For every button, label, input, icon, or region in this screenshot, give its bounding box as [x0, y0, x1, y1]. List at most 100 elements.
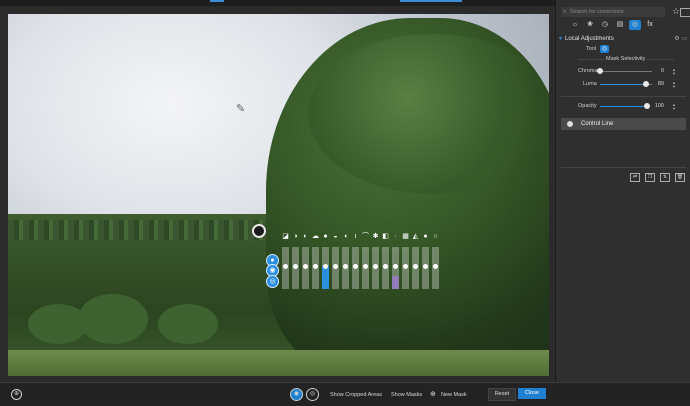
- hue-icon[interactable]: ·: [392, 233, 399, 240]
- opacity-stepper-icon[interactable]: ▲ ▼: [672, 103, 676, 111]
- tab-light[interactable]: ☼: [569, 20, 581, 30]
- blur-icon[interactable]: ●: [422, 233, 429, 240]
- saturation-icon[interactable]: ●: [322, 233, 329, 240]
- sharpness-icon[interactable]: ⌒: [362, 233, 369, 240]
- adjustment-bar[interactable]: [362, 247, 369, 289]
- adjustment-bar-knob[interactable]: [373, 264, 378, 269]
- top-indicator: [400, 0, 462, 2]
- adjustment-bar[interactable]: [412, 247, 419, 289]
- mask-tools: ⇄ ❐ ⇅ 🗑: [630, 173, 685, 182]
- exposure-icon[interactable]: ◪: [282, 233, 289, 240]
- luma-stepper-icon[interactable]: ▲ ▼: [672, 81, 676, 89]
- control-line-tool-icon[interactable]: ◎: [600, 45, 609, 53]
- adjustment-bar-fill: [392, 276, 399, 289]
- adjustment-bar-knob[interactable]: [343, 264, 348, 269]
- sync-icon[interactable]: ⇅: [660, 173, 670, 182]
- adjustment-bar[interactable]: [302, 247, 309, 289]
- color-wheel-icon: ❀: [587, 21, 593, 28]
- adjustment-bar-knob[interactable]: [303, 264, 308, 269]
- adjustment-bar[interactable]: [282, 247, 289, 289]
- chroma-stepper-icon[interactable]: ▲ ▼: [672, 68, 676, 76]
- microcontrast-icon[interactable]: ı: [352, 233, 359, 240]
- highlights-icon[interactable]: ☁: [312, 233, 319, 240]
- adjustment-bar[interactable]: [372, 247, 379, 289]
- duplicate-mask-icon[interactable]: ❐: [645, 173, 655, 182]
- show-masks-button[interactable]: Show Masks: [391, 392, 422, 398]
- luma-slider[interactable]: [600, 81, 652, 87]
- adjustment-bar[interactable]: [292, 247, 299, 289]
- temperature-icon[interactable]: ✱: [372, 233, 379, 240]
- chroma-slider[interactable]: [597, 68, 652, 74]
- reset-button[interactable]: Reset: [488, 388, 516, 401]
- adjustment-bar[interactable]: [332, 247, 339, 289]
- noise-icon[interactable]: ▦: [402, 233, 409, 240]
- opacity-slider[interactable]: [600, 103, 650, 109]
- top-indicator: [210, 0, 224, 2]
- adjustment-bar[interactable]: [432, 247, 439, 289]
- shadows-icon[interactable]: ◐: [302, 233, 309, 240]
- adjustment-bar[interactable]: [342, 247, 349, 289]
- globe-icon[interactable]: ⊕: [11, 389, 22, 400]
- adjustment-bar-knob[interactable]: [363, 264, 368, 269]
- add-icon[interactable]: ⊕: [430, 390, 436, 398]
- adjustment-bar[interactable]: [392, 247, 399, 289]
- vibrance-icon[interactable]: ◒: [332, 233, 339, 240]
- adjustment-bar[interactable]: [352, 247, 359, 289]
- opacity-label: Opacity: [578, 103, 597, 109]
- close-button[interactable]: Close: [518, 388, 546, 399]
- invert-mask-icon[interactable]: ⇄: [630, 173, 640, 182]
- chroma-label: Chroma: [578, 68, 598, 74]
- new-mask-button[interactable]: New Mask: [441, 392, 467, 398]
- vignette-icon[interactable]: ○: [432, 233, 439, 240]
- favorite-star-icon[interactable]: ☆: [672, 6, 680, 17]
- show-cropped-areas-button[interactable]: Show Cropped Areas: [330, 392, 382, 398]
- luma-value[interactable]: 89: [652, 81, 664, 87]
- search-input[interactable]: ⌕ Search for corrections: [561, 7, 665, 17]
- trash-icon[interactable]: 🗑: [675, 173, 685, 182]
- view-before-icon[interactable]: ◉: [290, 388, 303, 401]
- adjustment-bar-knob[interactable]: [333, 264, 338, 269]
- control-point-pin[interactable]: [252, 224, 266, 238]
- opacity-value[interactable]: 100: [652, 103, 664, 109]
- adjustment-bar-knob[interactable]: [313, 264, 318, 269]
- adjustment-bar-knob[interactable]: [403, 264, 408, 269]
- adjustment-bar-knob[interactable]: [283, 264, 288, 269]
- adjustment-bar-knob[interactable]: [413, 264, 418, 269]
- section-options-icon[interactable]: ⚙ ▭: [674, 35, 687, 42]
- dehaze-icon[interactable]: ◭: [412, 233, 419, 240]
- adjustment-bar-knob[interactable]: [433, 264, 438, 269]
- tab-geometry[interactable]: ▤: [614, 20, 626, 30]
- bottom-toolbar: ⊕ ◉ ◎ Show Cropped Areas Show Masks ⊕ Ne…: [0, 382, 690, 406]
- control-line-handle[interactable]: ◎: [266, 275, 279, 288]
- adjustment-bar-knob[interactable]: [293, 264, 298, 269]
- adjustment-bar-knob[interactable]: [423, 264, 428, 269]
- adjustment-bar[interactable]: [312, 247, 319, 289]
- mask-list-item[interactable]: Control Line: [561, 118, 686, 130]
- adjustment-bar-knob[interactable]: [323, 264, 328, 269]
- image-canvas[interactable]: ✎ ● ◉ ◎ ◪ ◑ ◐ ☁ ● ◒ ◖ ı ⌒ ✱ ◧ · ▦ ◭ ● ○: [8, 14, 549, 376]
- adjustment-bar-knob[interactable]: [353, 264, 358, 269]
- adjustment-bar[interactable]: [402, 247, 409, 289]
- luma-slider-knob[interactable]: [643, 81, 650, 87]
- adjustment-bar[interactable]: [322, 247, 329, 289]
- tint-icon[interactable]: ◧: [382, 233, 389, 240]
- adjustment-bar-knob[interactable]: [383, 264, 388, 269]
- fx-icon: fx: [647, 21, 653, 28]
- tab-local[interactable]: ◎: [629, 20, 641, 30]
- tab-fx[interactable]: fx: [644, 20, 656, 30]
- bush: [78, 294, 148, 344]
- adjustment-bar-knob[interactable]: [393, 264, 398, 269]
- view-after-icon[interactable]: ◎: [306, 388, 319, 401]
- opacity-slider-knob[interactable]: [644, 103, 650, 109]
- contrast-icon[interactable]: ◑: [292, 233, 299, 240]
- adjustment-bar[interactable]: [422, 247, 429, 289]
- panel-layout-icon[interactable]: [680, 8, 690, 17]
- visibility-icon[interactable]: [567, 121, 573, 127]
- clarity-icon[interactable]: ◖: [342, 233, 349, 240]
- tab-color[interactable]: ❀: [584, 20, 596, 30]
- tab-detail[interactable]: ◷: [599, 20, 611, 30]
- chroma-value[interactable]: 0: [652, 68, 664, 74]
- local-adjustments-header[interactable]: ▾ Local Adjustments ⚙ ▭: [559, 35, 687, 44]
- adjustment-bar[interactable]: [382, 247, 389, 289]
- chroma-slider-knob[interactable]: [597, 68, 603, 74]
